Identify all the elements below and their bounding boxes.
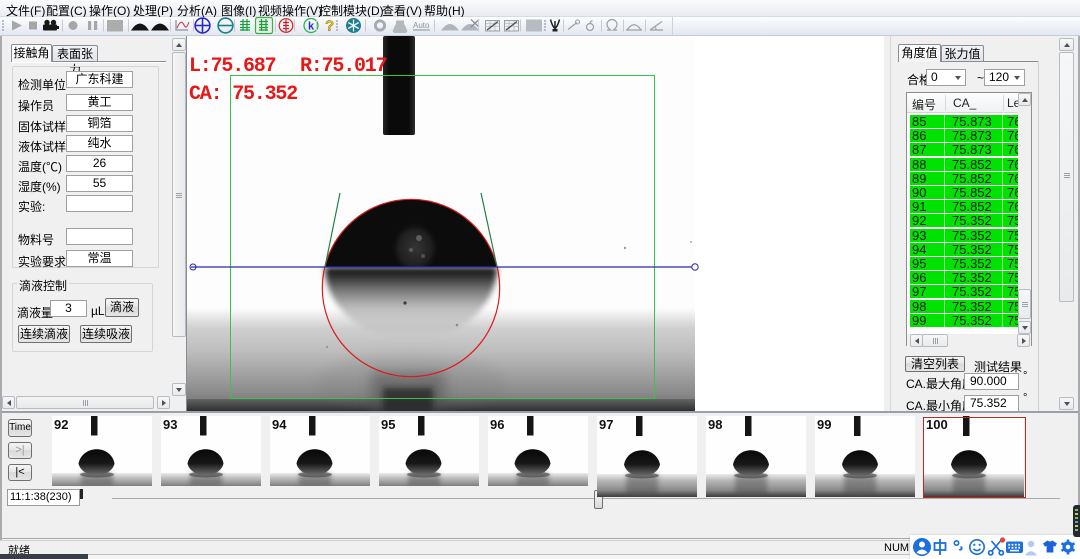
svg-text:CA: 75.352: CA: 75.352 bbox=[189, 83, 297, 106]
svg-text:L:75.687: L:75.687 bbox=[189, 55, 276, 78]
svg-text:k: k bbox=[308, 21, 315, 33]
svg-text:?: ? bbox=[325, 18, 334, 35]
svg-text:Auto: Auto bbox=[413, 21, 430, 30]
svg-text:R:75.017: R:75.017 bbox=[300, 55, 387, 78]
